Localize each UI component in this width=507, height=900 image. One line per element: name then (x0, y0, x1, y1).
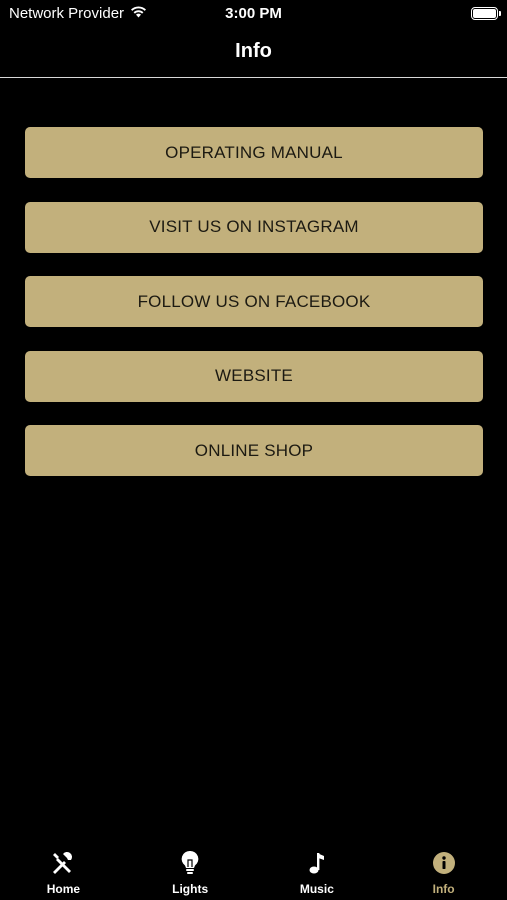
tab-info[interactable]: Info (380, 840, 507, 900)
operating-manual-button[interactable]: OPERATING MANUAL (25, 127, 483, 178)
tab-label: Lights (172, 882, 209, 896)
info-button-list: OPERATING MANUAL VISIT US ON INSTAGRAM F… (25, 127, 483, 500)
tab-label: Home (46, 882, 81, 896)
info-icon (431, 850, 457, 876)
navigation-bar: Info (0, 28, 507, 78)
website-button[interactable]: WEBSITE (25, 350, 483, 402)
tab-bar: Home Lights Music Info (0, 840, 507, 900)
page-title: Info (235, 40, 272, 62)
facebook-button[interactable]: FOLLOW US ON FACEBOOK (25, 276, 483, 327)
status-bar: Network Provider 3:00 PM (0, 0, 507, 28)
battery-fill (473, 9, 496, 18)
music-note-icon (304, 850, 330, 876)
tab-label: Music (299, 882, 334, 896)
tab-home[interactable]: Home (0, 840, 127, 900)
lightbulb-icon (177, 850, 203, 876)
tab-music[interactable]: Music (254, 840, 381, 900)
online-shop-button[interactable]: ONLINE SHOP (25, 425, 483, 476)
instagram-button[interactable]: VISIT US ON INSTAGRAM (25, 201, 483, 253)
tools-icon (50, 850, 76, 876)
tab-lights[interactable]: Lights (127, 840, 254, 900)
tab-label: Info (432, 882, 455, 896)
battery-icon (471, 7, 501, 20)
status-time: 3:00 PM (225, 5, 282, 22)
